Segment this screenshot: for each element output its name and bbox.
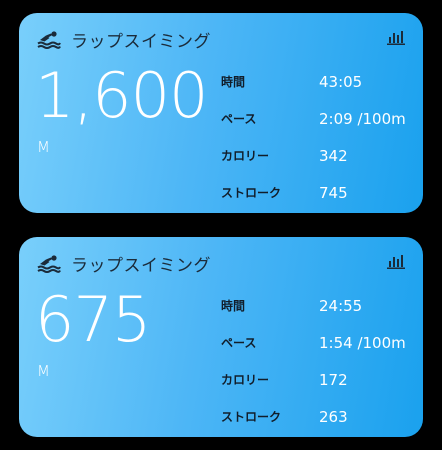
stat-value: 43:05 xyxy=(319,72,363,91)
stat-row-strokes: ストローク 745 xyxy=(221,174,411,211)
stat-row-time: 時間 43:05 xyxy=(221,63,411,100)
stat-label: ペース xyxy=(221,112,257,126)
swimmer-icon xyxy=(37,255,61,273)
swimmer-icon xyxy=(37,31,61,49)
stat-row-strokes: ストローク 263 xyxy=(221,398,411,435)
workout-card-lap-swim-2[interactable]: ラップスイミング 675 M 時間 24:55 ペース 1:54 /100m カ… xyxy=(19,237,423,437)
stat-value: 1:54 /100m xyxy=(319,333,406,352)
stat-row-calories: カロリー 342 xyxy=(221,137,411,174)
stat-row-calories: カロリー 172 xyxy=(221,361,411,398)
distance-unit: M xyxy=(37,362,50,380)
workout-title: ラップスイミング xyxy=(71,31,211,52)
stat-value: 172 xyxy=(319,370,348,389)
stat-label: カロリー xyxy=(221,149,270,163)
card-header: ラップスイミング xyxy=(37,27,211,52)
stat-label: ストローク xyxy=(221,410,282,424)
stats-list: 時間 43:05 ペース 2:09 /100m カロリー 342 ストローク 7… xyxy=(221,63,411,211)
distance-value: 1,600 xyxy=(35,59,208,132)
stat-value: 342 xyxy=(319,146,348,165)
workout-card-lap-swim-1[interactable]: ラップスイミング 1,600 M 時間 43:05 ペース 2:09 /100m… xyxy=(19,13,423,213)
stat-value: 263 xyxy=(319,407,348,426)
stat-value: 24:55 xyxy=(319,296,363,315)
stat-label: ストローク xyxy=(221,186,282,200)
stat-label: 時間 xyxy=(221,75,246,89)
stat-row-pace: ペース 2:09 /100m xyxy=(221,100,411,137)
bar-chart-icon[interactable] xyxy=(387,253,405,269)
stat-row-pace: ペース 1:54 /100m xyxy=(221,324,411,361)
workout-title: ラップスイミング xyxy=(71,255,211,276)
card-header: ラップスイミング xyxy=(37,251,211,276)
stat-label: カロリー xyxy=(221,373,270,387)
stat-label: 時間 xyxy=(221,299,246,313)
stat-row-time: 時間 24:55 xyxy=(221,287,411,324)
stat-value: 2:09 /100m xyxy=(319,109,406,128)
stat-value: 745 xyxy=(319,183,348,202)
stats-list: 時間 24:55 ペース 1:54 /100m カロリー 172 ストローク 2… xyxy=(221,287,411,435)
stat-label: ペース xyxy=(221,336,257,350)
distance-unit: M xyxy=(37,138,50,156)
distance-value: 675 xyxy=(35,283,151,356)
bar-chart-icon[interactable] xyxy=(387,29,405,45)
